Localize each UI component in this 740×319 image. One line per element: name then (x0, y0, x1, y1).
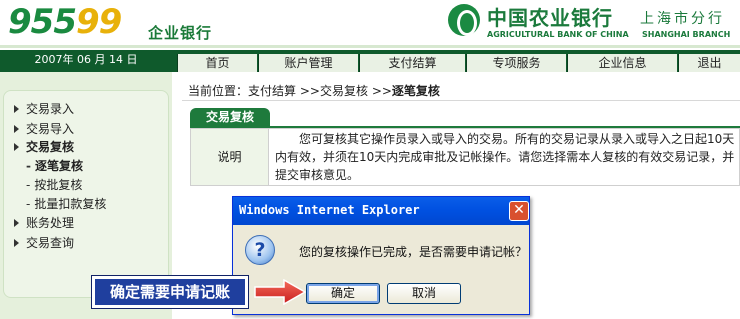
sidebar-item-accounting[interactable]: 账务处理 (14, 214, 74, 231)
nav-tab-account[interactable]: 账户管理 (258, 54, 358, 72)
nav-tab-special-service[interactable]: 专项服务 (466, 54, 566, 72)
logo-subtitle: 企业银行 (148, 24, 213, 42)
triangle-right-icon (14, 105, 19, 113)
close-icon[interactable]: ✕ (509, 201, 529, 221)
breadcrumb-review[interactable]: 交易复核 (320, 84, 368, 98)
date-display: 2007年 06 月 14 日 (0, 50, 172, 72)
dash-bullet-icon: - (26, 197, 31, 211)
section-tab-title: 交易复核 (190, 108, 270, 127)
dialog-title: Windows Internet Explorer (239, 203, 420, 217)
dash-bullet-icon: - (26, 159, 31, 173)
nav-tab-company-info[interactable]: 企业信息 (567, 54, 677, 72)
logo-95599: 95599 (8, 2, 122, 42)
nav-tab-payment[interactable]: 支付结算 (359, 54, 465, 72)
breadcrumb-payment[interactable]: 支付结算 (248, 84, 296, 98)
nav-tab-logout[interactable]: 退出 (678, 54, 740, 72)
sidebar-item-transaction-entry[interactable]: 交易录入 (14, 100, 74, 117)
sidebar-subitem-bulk-debit-review[interactable]: - 批量扣款复核 (26, 195, 106, 212)
sidebar-subitem-single-review[interactable]: - 逐笔复核 (26, 157, 83, 174)
info-table: 说明 您可复核其它操作员录入或导入的交易。所有的交易记录从录入或导入之日起10天… (190, 128, 740, 186)
bank-branch-cn: 上海市分行 (640, 11, 725, 27)
triangle-right-icon (14, 125, 19, 133)
nav-tab-home[interactable]: 首页 (177, 54, 257, 72)
breadcrumb-current: 逐笔复核 (391, 84, 440, 98)
annotation-callout: 确定需要申请记账 (91, 275, 249, 309)
main-nav: 首页 账户管理 支付结算 专项服务 企业信息 退出 (172, 50, 740, 72)
sidebar-item-transaction-import[interactable]: 交易导入 (14, 120, 74, 137)
sidebar-subitem-batch-review[interactable]: - 按批复核 (26, 176, 82, 193)
triangle-right-icon (14, 239, 19, 247)
dash-bullet-icon: - (26, 178, 31, 192)
dialog-message: 您的复核操作已完成，是否需要申请记帐？ (299, 245, 528, 259)
bank-branch-en: SHANGHAI BRANCH (642, 30, 731, 39)
info-label: 说明 (191, 129, 269, 185)
abc-bank-emblem-icon (448, 4, 480, 36)
sidebar-item-transaction-review[interactable]: 交易复核 (14, 138, 74, 155)
ok-button[interactable]: 确定 (306, 283, 380, 304)
question-icon: ? (245, 235, 275, 265)
dialog-titlebar[interactable]: Windows Internet Explorer ✕ (233, 197, 529, 225)
arrow-right-icon (254, 279, 306, 305)
cancel-button[interactable]: 取消 (387, 283, 461, 304)
triangle-right-icon (14, 219, 19, 227)
triangle-right-icon (14, 143, 19, 151)
header-divider (0, 45, 740, 48)
sidebar-item-transaction-query[interactable]: 交易查询 (14, 234, 74, 251)
content-divider (182, 100, 740, 101)
bank-name-en: AGRICULTURAL BANK OF CHINA (487, 30, 629, 39)
breadcrumb: 当前位置：支付结算 >>交易复核 >>逐笔复核 (188, 84, 440, 98)
site-header: 95599 企业银行 中国农业银行 上海市分行 AGRICULTURAL BAN… (0, 0, 740, 50)
bank-name-cn: 中国农业银行 (487, 6, 613, 30)
info-text: 您可复核其它操作员录入或导入的交易。所有的交易记录从录入或导入之日起10天内有效… (275, 132, 735, 182)
